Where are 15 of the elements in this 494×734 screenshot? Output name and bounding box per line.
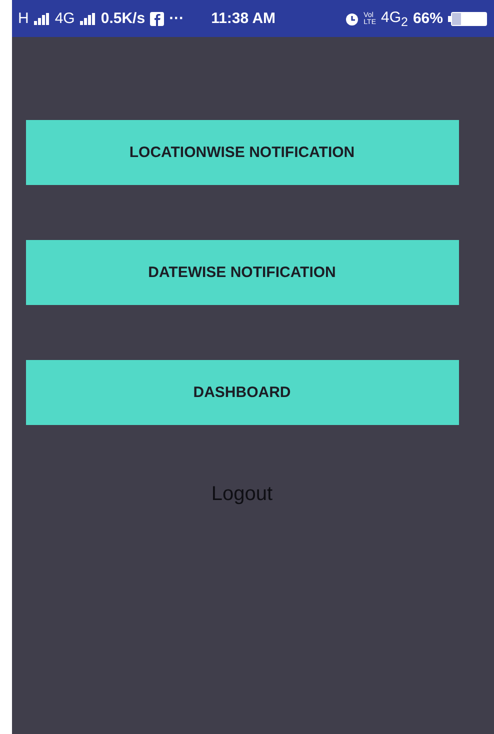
network-type: H [18,10,29,27]
facebook-icon [150,12,164,26]
network-type: 4G$_{2}$ [381,8,408,28]
battery-icon [448,10,488,26]
menu-button[interactable]: DATEWISE NOTIFICATION [26,240,458,305]
battery-percent: 66% [412,10,443,27]
network-speed: 0.5K/s [100,10,146,27]
network-type: 4G [54,10,75,27]
menu-button[interactable]: LOCATIONWISE NOTIFICATION [26,120,458,185]
signal-icon [34,12,50,24]
alarm-icon [344,12,359,26]
more-notifications: ··· [169,10,184,27]
signal-icon [80,12,96,24]
clock-time: 11:38 AM [211,10,276,27]
menu-button[interactable]: DASHBOARD [26,360,458,425]
